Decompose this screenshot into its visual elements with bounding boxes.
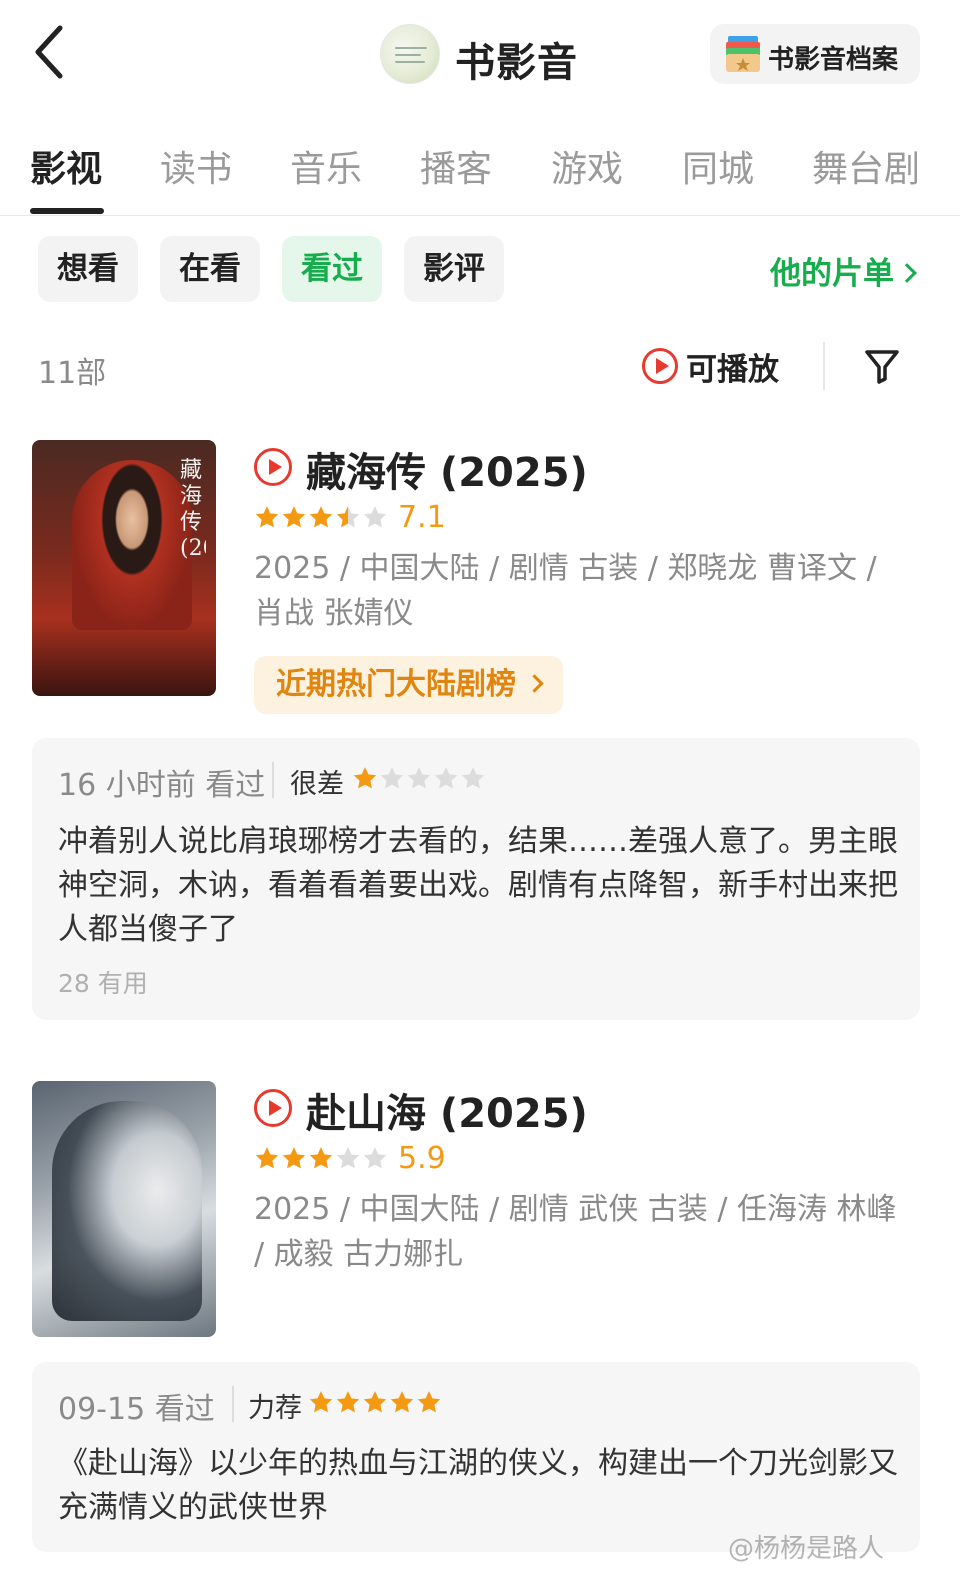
- back-arrow-icon[interactable]: [28, 22, 78, 82]
- poster-title: 藏海传 (2025): [180, 458, 206, 561]
- useful-count[interactable]: 28 有用: [58, 964, 148, 1000]
- chart-tag-label: 近期热门大陆剧榜: [276, 667, 516, 702]
- tab-music[interactable]: 音乐: [290, 140, 362, 192]
- star-full-icon: [417, 1391, 441, 1413]
- star-empty-icon: [363, 506, 387, 528]
- movie-title[interactable]: 藏海传 (2025): [306, 440, 588, 498]
- tab-books[interactable]: 读书: [160, 140, 232, 192]
- review-text: 冲着别人说比肩琅琊榜才去看的，结果……差强人意了。男主眼神空洞，木讷，看着看着要…: [58, 824, 898, 947]
- review-verdict: 很差: [290, 769, 344, 800]
- review-verdict: 力荐: [248, 1393, 302, 1424]
- user-rating-stars: [308, 1389, 443, 1415]
- star-full-icon: [255, 1147, 279, 1169]
- tab-games[interactable]: 游戏: [551, 140, 623, 192]
- movie-meta: 2025 / 中国大陆 / 剧情 武侠 古装 / 任海涛 林峰 / 成毅 古力娜…: [254, 1192, 897, 1272]
- chevron-right-icon: [897, 263, 917, 283]
- archive-label: 书影音档案: [768, 45, 899, 75]
- star-full-icon: [390, 1391, 414, 1413]
- star-full-icon: [336, 1391, 360, 1413]
- app-logo: [380, 24, 440, 84]
- movie-poster[interactable]: 藏海传 (2025): [32, 440, 216, 696]
- filter-want-to-watch[interactable]: 想看: [38, 236, 138, 302]
- rating-value: 5.9: [398, 1141, 446, 1176]
- star-full-icon: [309, 506, 333, 528]
- his-list-link[interactable]: 他的片单: [770, 248, 917, 293]
- top-bar: 书影音 书影音档案: [0, 0, 960, 110]
- star-full-icon: [309, 1391, 333, 1413]
- star-empty-icon: [363, 1147, 387, 1169]
- star-full-icon: [282, 506, 306, 528]
- star-full-icon: [353, 767, 377, 789]
- review-card: 16 小时前 看过 很差 冲着别人说比肩琅琊榜才去看的，结果……差强人意了。男主…: [32, 738, 920, 1020]
- active-tab-indicator: [30, 208, 104, 214]
- item-count: 11部: [38, 356, 107, 391]
- tab-local[interactable]: 同城: [682, 140, 754, 192]
- star-empty-icon: [336, 1147, 360, 1169]
- star-full-icon: [363, 1391, 387, 1413]
- category-tabs: 影视 读书 音乐 播客 游戏 同城 舞台剧: [0, 130, 960, 216]
- rating-stars: [254, 504, 389, 530]
- movie-poster[interactable]: [32, 1081, 216, 1337]
- filter-icon[interactable]: [862, 346, 902, 386]
- star-half-icon: [336, 506, 360, 528]
- divider: [272, 762, 274, 798]
- star-full-icon: [309, 1147, 333, 1169]
- filter-watched[interactable]: 看过: [282, 236, 382, 302]
- star-empty-icon: [380, 767, 404, 789]
- star-empty-icon: [407, 767, 431, 789]
- star-full-icon: [255, 506, 279, 528]
- star-empty-icon: [461, 767, 485, 789]
- chevron-right-icon: [525, 674, 544, 693]
- poster-figure: [52, 1101, 202, 1321]
- divider: [823, 342, 825, 390]
- play-icon: [642, 348, 678, 384]
- user-rating-stars: [352, 765, 487, 791]
- play-icon[interactable]: [254, 1089, 292, 1127]
- archive-button[interactable]: 书影音档案: [710, 24, 920, 84]
- play-icon[interactable]: [254, 448, 292, 486]
- filter-watching[interactable]: 在看: [160, 236, 260, 302]
- star-empty-icon: [434, 767, 458, 789]
- movie-meta: 2025 / 中国大陆 / 剧情 古装 / 郑晓龙 曹译文 / 肖战 张婧仪: [254, 551, 877, 631]
- playable-toggle[interactable]: 可播放: [642, 346, 779, 388]
- watermark: @杨杨是路人: [728, 1534, 885, 1564]
- tab-podcast[interactable]: 播客: [420, 140, 492, 192]
- rating-stars: [254, 1145, 389, 1171]
- rating-value: 7.1: [398, 500, 446, 535]
- poster-figure: [72, 460, 192, 630]
- filter-reviews[interactable]: 影评: [404, 236, 504, 302]
- tab-film-tv[interactable]: 影视: [30, 140, 102, 192]
- divider: [232, 1386, 234, 1422]
- review-card: 09-15 看过 力荐 《赴山海》以少年的热血与江湖的侠义，构建出一个刀光剑影又…: [32, 1362, 920, 1552]
- page-title: 书影音: [455, 40, 578, 86]
- his-list-label: 他的片单: [770, 256, 894, 292]
- review-time: 16 小时前 看过: [58, 768, 266, 803]
- archive-box-icon: [726, 36, 760, 72]
- tab-stage[interactable]: 舞台剧: [812, 140, 920, 192]
- review-time: 09-15 看过: [58, 1392, 215, 1427]
- playable-label: 可播放: [686, 351, 779, 388]
- movie-title[interactable]: 赴山海 (2025): [306, 1081, 588, 1139]
- star-full-icon: [282, 1147, 306, 1169]
- review-text: 《赴山海》以少年的热血与江湖的侠义，构建出一个刀光剑影又充满情义的武侠世界: [58, 1446, 898, 1525]
- chart-tag-button[interactable]: 近期热门大陆剧榜: [254, 656, 563, 714]
